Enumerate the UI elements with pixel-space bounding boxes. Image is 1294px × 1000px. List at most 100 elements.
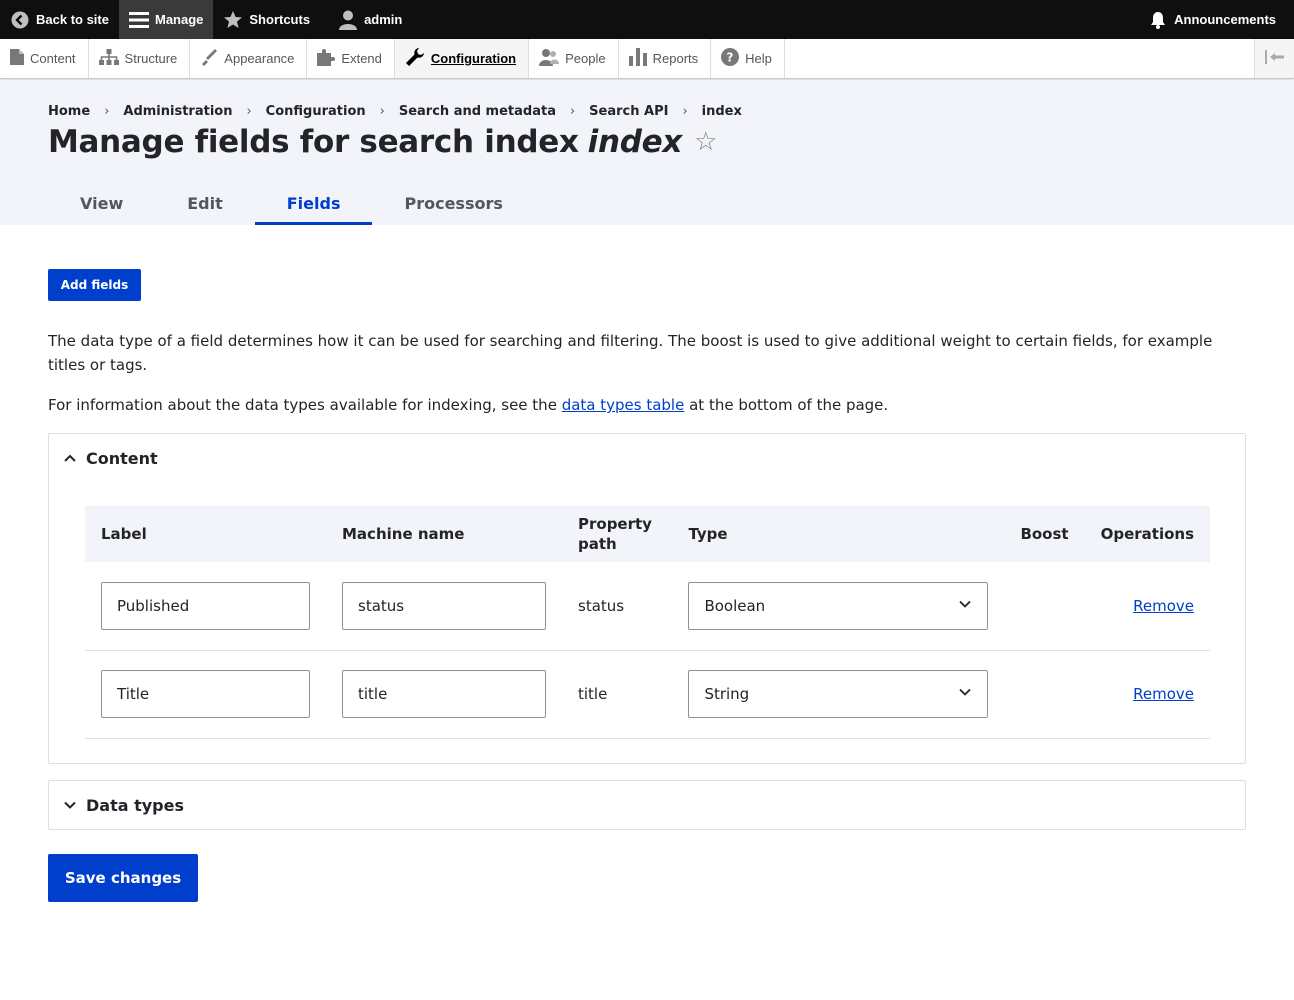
property-path-cell: title — [562, 650, 673, 739]
chevron-right-icon: › — [104, 104, 110, 119]
breadcrumb-search-api[interactable]: Search API — [589, 104, 668, 119]
tray-item-label: People — [565, 51, 606, 66]
remove-link[interactable]: Remove — [1133, 685, 1194, 703]
tab-edit[interactable]: Edit — [155, 181, 255, 225]
column-type: Type — [672, 506, 1005, 562]
tray-item-label: Reports — [652, 51, 699, 66]
user-tab[interactable]: admin — [328, 0, 412, 39]
breadcrumb: Home › Administration › Configuration › … — [48, 104, 742, 119]
page-header: Home › Administration › Configuration › … — [0, 80, 1294, 225]
tray-item-people[interactable]: People — [529, 39, 619, 78]
chevron-down-icon — [958, 685, 972, 703]
page-title-index-name: index — [587, 124, 683, 160]
column-machine-name: Machine name — [326, 506, 562, 562]
svg-text:?: ? — [727, 51, 734, 65]
tray-item-appearance[interactable]: Appearance — [190, 39, 308, 78]
tray-item-label: Help — [745, 51, 772, 66]
page-title-text: Manage fields for search index — [48, 124, 579, 160]
paintbrush-icon — [200, 48, 218, 69]
property-path-cell: status — [562, 562, 673, 651]
tray-item-help[interactable]: ? Help — [711, 39, 785, 78]
announcements-label: Announcements — [1174, 12, 1276, 27]
puzzle-icon — [317, 48, 336, 69]
add-fields-button[interactable]: Add fields — [48, 269, 141, 301]
back-arrow-icon — [10, 10, 30, 30]
page-title: Manage fields for search index index ☆ — [48, 124, 717, 160]
chevron-down-icon — [958, 597, 972, 615]
tray-item-structure[interactable]: Structure — [89, 39, 191, 78]
user-label: admin — [364, 12, 403, 27]
fields-table: Label Machine name Property path Type Boo… — [85, 506, 1210, 739]
tray-item-extend[interactable]: Extend — [307, 39, 395, 78]
data-types-hint: For information about the data types ava… — [48, 393, 1248, 417]
tray-item-configuration[interactable]: Configuration — [394, 39, 530, 78]
content-fieldset-title: Content — [86, 448, 158, 468]
label-input[interactable] — [101, 581, 310, 630]
tray-item-reports[interactable]: Reports — [619, 39, 712, 78]
content-fieldset-toggle[interactable]: Content — [49, 434, 1245, 482]
chevron-right-icon: › — [379, 104, 385, 119]
data-types-fieldset-toggle[interactable]: Data types — [49, 781, 1245, 829]
tab-view[interactable]: View — [48, 181, 155, 225]
machine-name-input[interactable] — [342, 581, 546, 630]
table-row: title String Remove — [85, 650, 1210, 739]
tray-item-label: Content — [30, 51, 76, 66]
content-fieldset: Content Label Machine name Property path … — [48, 433, 1246, 764]
fields-description: The data type of a field determines how … — [48, 332, 1213, 374]
tray-item-label: Appearance — [224, 51, 295, 66]
column-boost: Boost — [1004, 506, 1085, 562]
hint-text-after: at the bottom of the page. — [684, 396, 889, 414]
breadcrumb-index[interactable]: index — [702, 104, 742, 119]
star-icon — [223, 10, 243, 30]
manage-tab[interactable]: Manage — [118, 0, 214, 39]
column-property-path-line2: path — [578, 535, 617, 553]
tab-fields[interactable]: Fields — [254, 181, 373, 225]
type-select[interactable]: Boolean — [688, 581, 989, 630]
primary-tabs: View Edit Fields Processors — [48, 181, 535, 225]
tray-item-label: Configuration — [430, 51, 517, 66]
chevron-right-icon: › — [246, 104, 252, 119]
tray-item-label: Extend — [341, 51, 382, 66]
admin-tray: Content Structure Appearance Extend Conf… — [0, 39, 1294, 79]
back-to-site-link[interactable]: Back to site — [0, 0, 119, 39]
table-row: status Boolean Remove — [85, 562, 1210, 651]
chevron-right-icon: › — [569, 104, 576, 119]
bar-chart-icon — [628, 48, 647, 69]
machine-name-input[interactable] — [342, 670, 546, 718]
wrench-icon — [405, 47, 425, 70]
manage-label: Manage — [154, 12, 204, 27]
tab-processors[interactable]: Processors — [372, 181, 534, 225]
label-input[interactable] — [101, 670, 310, 718]
help-icon: ? — [721, 48, 740, 69]
hamburger-icon — [128, 10, 149, 30]
structure-icon — [98, 49, 119, 68]
tray-item-label: Structure — [124, 51, 178, 66]
column-operations: Operations — [1084, 506, 1210, 562]
collapse-tray-button[interactable] — [1254, 39, 1294, 78]
shortcut-star-icon[interactable]: ☆ — [694, 127, 717, 157]
back-to-site-label: Back to site — [36, 12, 109, 27]
bell-icon — [1148, 10, 1168, 30]
breadcrumb-administration[interactable]: Administration — [123, 104, 232, 119]
data-types-fieldset: Data types — [48, 780, 1246, 830]
shortcuts-label: Shortcuts — [249, 12, 311, 27]
collapse-icon — [1264, 50, 1285, 67]
shortcuts-tab[interactable]: Shortcuts — [213, 0, 320, 39]
chevron-up-icon — [63, 451, 77, 465]
data-types-fieldset-title: Data types — [86, 795, 184, 815]
breadcrumb-home[interactable]: Home — [48, 104, 90, 119]
document-icon — [10, 49, 24, 68]
boost-cell — [1004, 562, 1085, 651]
breadcrumb-configuration[interactable]: Configuration — [266, 104, 366, 119]
data-types-table-link[interactable]: data types table — [562, 396, 685, 414]
remove-link[interactable]: Remove — [1133, 597, 1194, 615]
type-select-value: Boolean — [704, 596, 766, 615]
breadcrumb-search-and-metadata[interactable]: Search and metadata — [399, 104, 556, 119]
tray-item-content[interactable]: Content — [0, 39, 89, 78]
column-property-path: Property path — [562, 506, 673, 562]
save-changes-button[interactable]: Save changes — [48, 854, 198, 902]
chevron-right-icon: › — [682, 104, 688, 119]
announcements-tab[interactable]: Announcements — [1138, 0, 1294, 39]
chevron-down-icon — [63, 798, 77, 812]
type-select[interactable]: String — [688, 670, 989, 718]
